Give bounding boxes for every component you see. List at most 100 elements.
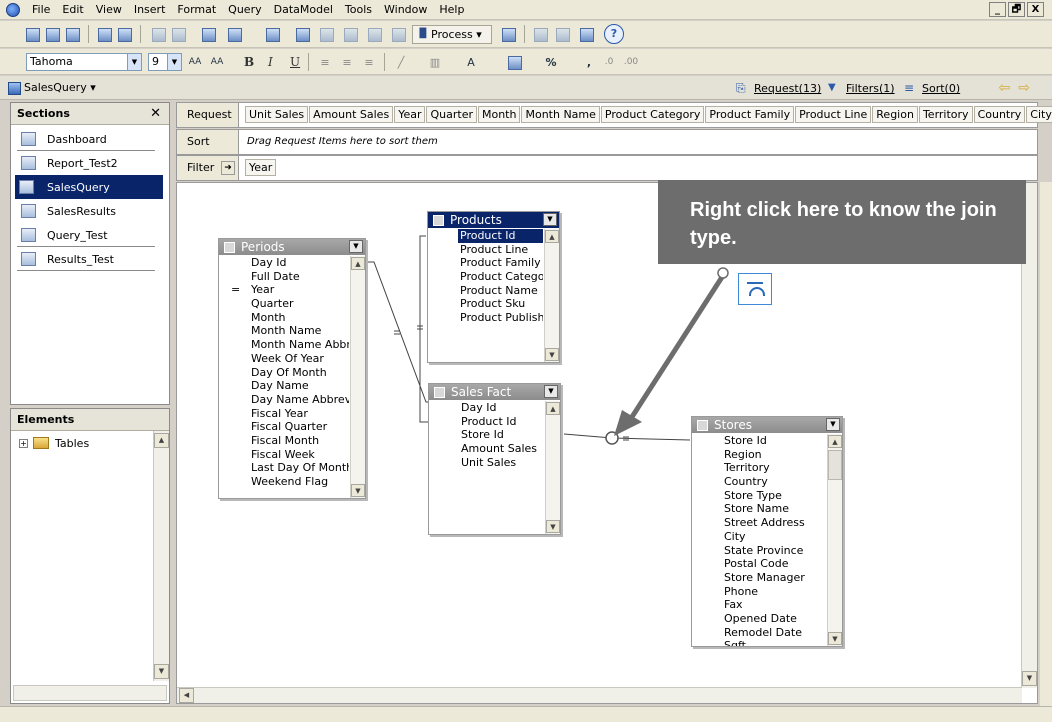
periods-table[interactable]: Periods ▼ Day Id Full Date = Year Quarter Mon… xyxy=(218,238,366,499)
table-title: Products xyxy=(450,213,502,227)
table-field[interactable]: State Province xyxy=(692,544,826,558)
field-label: Store Manager xyxy=(724,570,805,584)
periods-table-header[interactable]: Periods ▼ xyxy=(219,239,365,255)
products-scrollbar[interactable]: ▲ ▼ xyxy=(544,229,559,362)
table-field[interactable]: Month Name Abbr xyxy=(219,338,349,352)
join-type-icon[interactable] xyxy=(738,273,772,305)
field-label: Product Line xyxy=(460,242,529,256)
table-field[interactable]: Store Id xyxy=(692,434,826,448)
table-field[interactable]: Country xyxy=(692,475,826,489)
stores-table-header[interactable]: Stores ▼ xyxy=(692,417,842,433)
table-field[interactable]: Day Name xyxy=(219,379,349,393)
table-field[interactable]: Store Manager xyxy=(692,571,826,585)
table-field[interactable]: Remodel Date xyxy=(692,626,826,640)
table-field[interactable]: Product Id xyxy=(458,229,543,243)
table-field[interactable]: Region xyxy=(692,448,826,462)
field-label: Month xyxy=(251,310,286,324)
table-field[interactable]: Unit Sales xyxy=(429,456,544,470)
field-label: Fiscal Year xyxy=(251,406,308,420)
table-menu-icon[interactable]: ▼ xyxy=(349,240,363,253)
table-field[interactable]: Month xyxy=(219,311,349,325)
table-field[interactable]: Phone xyxy=(692,585,826,599)
field-label: City xyxy=(724,529,746,543)
table-field[interactable]: Product Sku xyxy=(428,297,543,311)
field-label: Full Date xyxy=(251,269,300,283)
table-field[interactable]: Fax xyxy=(692,598,826,612)
field-label: Month Name xyxy=(251,324,322,338)
table-field[interactable]: Fiscal Week xyxy=(219,448,349,462)
products-table-header[interactable]: Products ▼ xyxy=(428,212,559,228)
field-label: Fiscal Month xyxy=(251,433,320,447)
products-table[interactable]: Products ▼ Product Id Product Line Product… xyxy=(427,211,560,363)
sales-fact-scrollbar[interactable]: ▲ ▼ xyxy=(545,401,560,534)
field-label: Fiscal Quarter xyxy=(251,420,328,434)
table-field[interactable]: Fiscal Year xyxy=(219,407,349,421)
field-label: Product Publish xyxy=(460,311,543,325)
table-field[interactable]: Quarter xyxy=(219,297,349,311)
table-field[interactable]: Product Line xyxy=(428,243,543,257)
table-menu-icon[interactable]: ▼ xyxy=(543,213,557,226)
join-line-periods-salesfact[interactable] xyxy=(367,261,432,403)
field-label: Fiscal Week xyxy=(251,447,315,461)
scroll-up-icon[interactable]: ▲ xyxy=(545,230,559,243)
table-field[interactable]: Product Catego xyxy=(428,270,543,284)
table-field[interactable]: Product Publish xyxy=(428,311,543,325)
table-field[interactable]: Product Name xyxy=(428,284,543,298)
scroll-down-icon[interactable]: ▼ xyxy=(545,348,559,361)
table-field[interactable]: Store Id xyxy=(429,428,544,442)
field-label: Day Name Abbrevi xyxy=(251,392,349,406)
field-label: Last Day Of Month xyxy=(251,461,349,475)
table-field[interactable]: Territory xyxy=(692,461,826,475)
table-field[interactable]: Sqft xyxy=(692,639,826,646)
table-field[interactable]: Day Of Month xyxy=(219,366,349,380)
table-field[interactable]: Week Of Year xyxy=(219,352,349,366)
table-field[interactable]: Opened Date xyxy=(692,612,826,626)
table-field[interactable]: Full Date xyxy=(219,270,349,284)
stores-table[interactable]: Stores ▼ Store Id Region Territory Country S… xyxy=(691,416,843,647)
table-field[interactable]: City xyxy=(692,530,826,544)
callout-box: Right click here to know the join type. xyxy=(658,180,1026,264)
scroll-up-icon[interactable]: ▲ xyxy=(546,402,560,415)
scroll-up-icon[interactable]: ▲ xyxy=(351,257,365,270)
table-field[interactable]: Product Id xyxy=(429,415,544,429)
scroll-down-icon[interactable]: ▼ xyxy=(828,632,842,645)
table-field[interactable]: Product Family xyxy=(428,256,543,270)
table-field[interactable]: Store Type xyxy=(692,489,826,503)
stores-scrollbar[interactable]: ▲ ▼ xyxy=(827,434,842,646)
field-label: Store Type xyxy=(724,488,782,502)
field-label: Amount Sales xyxy=(461,442,538,456)
table-field[interactable]: Fiscal Month xyxy=(219,434,349,448)
table-title: Periods xyxy=(241,240,285,254)
table-menu-icon[interactable]: ▼ xyxy=(544,385,558,398)
field-label: Product Id xyxy=(460,229,516,242)
table-field[interactable]: Postal Code xyxy=(692,557,826,571)
table-field[interactable]: Day Name Abbrevi xyxy=(219,393,349,407)
table-field[interactable]: = Year xyxy=(219,283,349,297)
table-field[interactable]: Store Name xyxy=(692,502,826,516)
arrow-tail-icon xyxy=(717,267,729,279)
field-label: Store Id xyxy=(724,434,767,447)
scroll-thumb[interactable] xyxy=(828,450,842,480)
scroll-down-icon[interactable]: ▼ xyxy=(546,520,560,533)
scroll-down-icon[interactable]: ▼ xyxy=(351,484,365,497)
table-field[interactable]: Street Address xyxy=(692,516,826,530)
field-label: Product Catego xyxy=(460,270,543,284)
table-title: Stores xyxy=(714,418,752,432)
periods-scrollbar[interactable]: ▲ ▼ xyxy=(350,256,365,498)
field-label: Store Name xyxy=(724,502,790,516)
field-label: Product Family xyxy=(460,256,541,270)
table-field[interactable]: Amount Sales xyxy=(429,442,544,456)
scroll-up-icon[interactable]: ▲ xyxy=(828,435,842,448)
stores-fields: Store Id Region Territory Country Store Type… xyxy=(692,434,826,646)
table-field[interactable]: Last Day Of Month xyxy=(219,461,349,475)
sales-fact-table[interactable]: Sales Fact ▼ Day Id Product Id Store Id Amo… xyxy=(428,383,561,535)
table-field[interactable]: Day Id xyxy=(219,256,349,270)
sales-fact-table-header[interactable]: Sales Fact ▼ xyxy=(429,384,560,400)
table-field[interactable]: Month Name xyxy=(219,324,349,338)
window-scrollbar[interactable] xyxy=(1040,182,1052,706)
table-field[interactable]: Fiscal Quarter xyxy=(219,420,349,434)
table-menu-icon[interactable]: ▼ xyxy=(826,418,840,431)
field-label: Product Name xyxy=(460,283,538,297)
table-field[interactable]: Weekend Flag xyxy=(219,475,349,489)
table-field[interactable]: Day Id xyxy=(429,401,544,415)
